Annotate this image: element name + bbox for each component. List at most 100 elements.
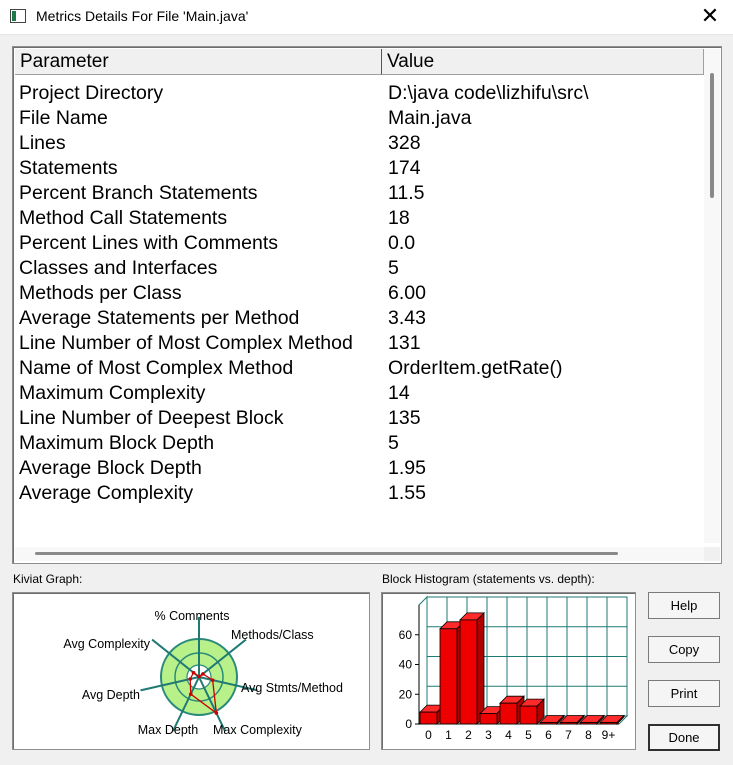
table-row[interactable]: Method Call Statements 18 xyxy=(15,206,704,231)
histogram-x-tick-label: 1 xyxy=(445,728,452,742)
kiviat-label: Kiviat Graph: xyxy=(13,572,83,586)
value-cell: 1.95 xyxy=(388,457,426,479)
kiviat-svg: % CommentsMethods/Class Avg Stmts/Method M… xyxy=(63,609,343,737)
table-header: Parameter Value xyxy=(15,49,704,77)
table-row[interactable]: Methods per Class 6.00 xyxy=(15,281,704,306)
table-row[interactable]: Statements 174 xyxy=(15,156,704,181)
histogram-label: Block Histogram (statements vs. depth): xyxy=(382,572,595,586)
window-app-icon xyxy=(10,9,26,23)
value-cell: 5 xyxy=(388,432,399,454)
kiviat-metric-point xyxy=(210,678,215,682)
value-cell: 5 xyxy=(388,257,399,279)
table-row[interactable]: Average Complexity 1.55 xyxy=(15,481,704,506)
histogram-bar xyxy=(519,698,545,725)
value-cell: OrderItem.getRate() xyxy=(388,357,563,379)
close-button[interactable]: ✕ xyxy=(687,0,733,34)
parameter-cell: Lines xyxy=(19,132,66,154)
histogram-y-tick-label: 0 xyxy=(405,717,412,731)
help-button[interactable]: Help xyxy=(648,592,720,619)
value-cell: 135 xyxy=(388,407,421,429)
kiviat-metric-point xyxy=(197,674,201,679)
table-row[interactable]: Maximum Complexity 14 xyxy=(15,381,704,406)
vertical-scroll-thumb[interactable] xyxy=(710,73,714,198)
table-row[interactable]: Project Directory D:\java code\lizhifu\sr… xyxy=(15,81,704,106)
horizontal-scroll-thumb[interactable] xyxy=(35,552,618,555)
value-cell: 174 xyxy=(388,157,421,179)
table-row[interactable]: File Name Main.java xyxy=(15,106,704,131)
histogram-x-tick-label: 3 xyxy=(485,728,492,742)
table-row[interactable]: Percent Lines with Comments 0.0 xyxy=(15,231,704,256)
histogram-x-tick-label: 2 xyxy=(465,728,472,742)
kiviat-metric-point xyxy=(214,711,219,715)
metrics-table[interactable]: Parameter Value Project Directory D:\java… xyxy=(12,46,722,564)
column-header-parameter[interactable]: Parameter xyxy=(15,49,382,75)
window-title: Metrics Details For File 'Main.java' xyxy=(36,8,249,24)
histogram-x-tick-label: 0 xyxy=(425,728,432,742)
table-row[interactable]: Percent Branch Statements 11.5 xyxy=(15,181,704,206)
histogram-x-tick-label: 9+ xyxy=(602,728,616,742)
histogram-y-tick-label: 20 xyxy=(399,687,413,701)
table-row[interactable]: Maximum Block Depth 5 xyxy=(15,431,704,456)
value-cell: 0.0 xyxy=(388,232,416,254)
vertical-scrollbar[interactable] xyxy=(704,49,720,543)
kiviat-axis-label: % Comments xyxy=(154,609,229,623)
value-cell: 18 xyxy=(388,207,410,229)
histogram-x-tick-label: 8 xyxy=(585,728,592,742)
histogram-svg: 02040600 1 2 3 4 5 6 7 8 9+ xyxy=(399,595,629,742)
title-bar: Metrics Details For File 'Main.java' ✕ xyxy=(0,0,733,35)
table-row[interactable]: Line Number of Deepest Block 135 xyxy=(15,406,704,431)
value-cell: 14 xyxy=(388,382,410,404)
histogram-y-tick-label: 60 xyxy=(399,628,413,642)
histogram-x-tick-label: 7 xyxy=(565,728,572,742)
kiviat-axis-label: Avg Depth xyxy=(82,688,140,702)
histogram-left-wall xyxy=(418,595,428,726)
kiviat-metric-point xyxy=(188,677,193,681)
value-cell: 3.43 xyxy=(388,307,426,329)
print-button[interactable]: Print xyxy=(648,680,720,707)
histogram-bar xyxy=(459,611,485,725)
kiviat-axis-label: Methods/Class xyxy=(231,628,314,642)
parameter-cell: Methods per Class xyxy=(19,282,182,304)
parameter-cell: Method Call Statements xyxy=(19,207,228,229)
table-row[interactable]: Lines 328 xyxy=(15,131,704,156)
parameter-cell: File Name xyxy=(19,107,108,129)
horizontal-scrollbar[interactable] xyxy=(15,547,704,561)
parameter-cell: Classes and Interfaces xyxy=(19,257,218,279)
table-row[interactable]: Line Number of Most Complex Method 131 xyxy=(15,331,704,356)
copy-button[interactable]: Copy xyxy=(648,636,720,663)
value-cell: 328 xyxy=(388,132,421,154)
kiviat-axis-label: Max Complexity xyxy=(213,723,303,737)
kiviat-metric-point xyxy=(188,692,193,696)
histogram-x-tick-label: 4 xyxy=(505,728,512,742)
done-button[interactable]: Done xyxy=(648,724,720,751)
histogram-x-tick-label: 5 xyxy=(525,728,532,742)
histogram-y-tick-label: 40 xyxy=(399,658,413,672)
parameter-cell: Line Number of Most Complex Method xyxy=(19,332,353,354)
parameter-cell: Statements xyxy=(19,157,118,179)
kiviat-metric-point xyxy=(201,672,205,676)
table-row[interactable]: Classes and Interfaces 5 xyxy=(15,256,704,281)
parameter-cell: Average Block Depth xyxy=(19,457,202,479)
parameter-cell: Maximum Complexity xyxy=(19,382,206,404)
table-row[interactable]: Name of Most Complex Method OrderItem.get… xyxy=(15,356,704,381)
value-cell: D:\java code\lizhifu\src\ xyxy=(388,82,589,104)
kiviat-graph: % Comments Methods/Class Avg Stmts/Method M… xyxy=(12,592,370,750)
parameter-cell: Percent Lines with Comments xyxy=(19,232,279,254)
kiviat-metric-point xyxy=(191,670,196,675)
parameter-cell: Average Statements per Method xyxy=(19,307,300,329)
kiviat-axis-label: Avg Stmts/Method xyxy=(241,681,343,695)
table-row[interactable]: Average Statements per Method 3.43 xyxy=(15,306,704,331)
block-histogram: 0 20 40 60 0 1 2 3 4 5 6 7 8 9+ xyxy=(381,592,636,750)
parameter-cell: Average Complexity xyxy=(19,482,194,504)
scrollbar-corner xyxy=(704,547,720,561)
value-cell: 1.55 xyxy=(388,482,426,504)
parameter-cell: Percent Branch Statements xyxy=(19,182,258,204)
column-header-value[interactable]: Value xyxy=(382,49,704,75)
table-row[interactable]: Average Block Depth 1.95 xyxy=(15,456,704,481)
value-cell: 6.00 xyxy=(388,282,426,304)
parameter-cell: Line Number of Deepest Block xyxy=(19,407,284,429)
value-cell: 131 xyxy=(388,332,421,354)
histogram-x-tick-label: 6 xyxy=(545,728,552,742)
parameter-cell: Maximum Block Depth xyxy=(19,432,215,454)
value-cell: Main.java xyxy=(388,107,472,129)
